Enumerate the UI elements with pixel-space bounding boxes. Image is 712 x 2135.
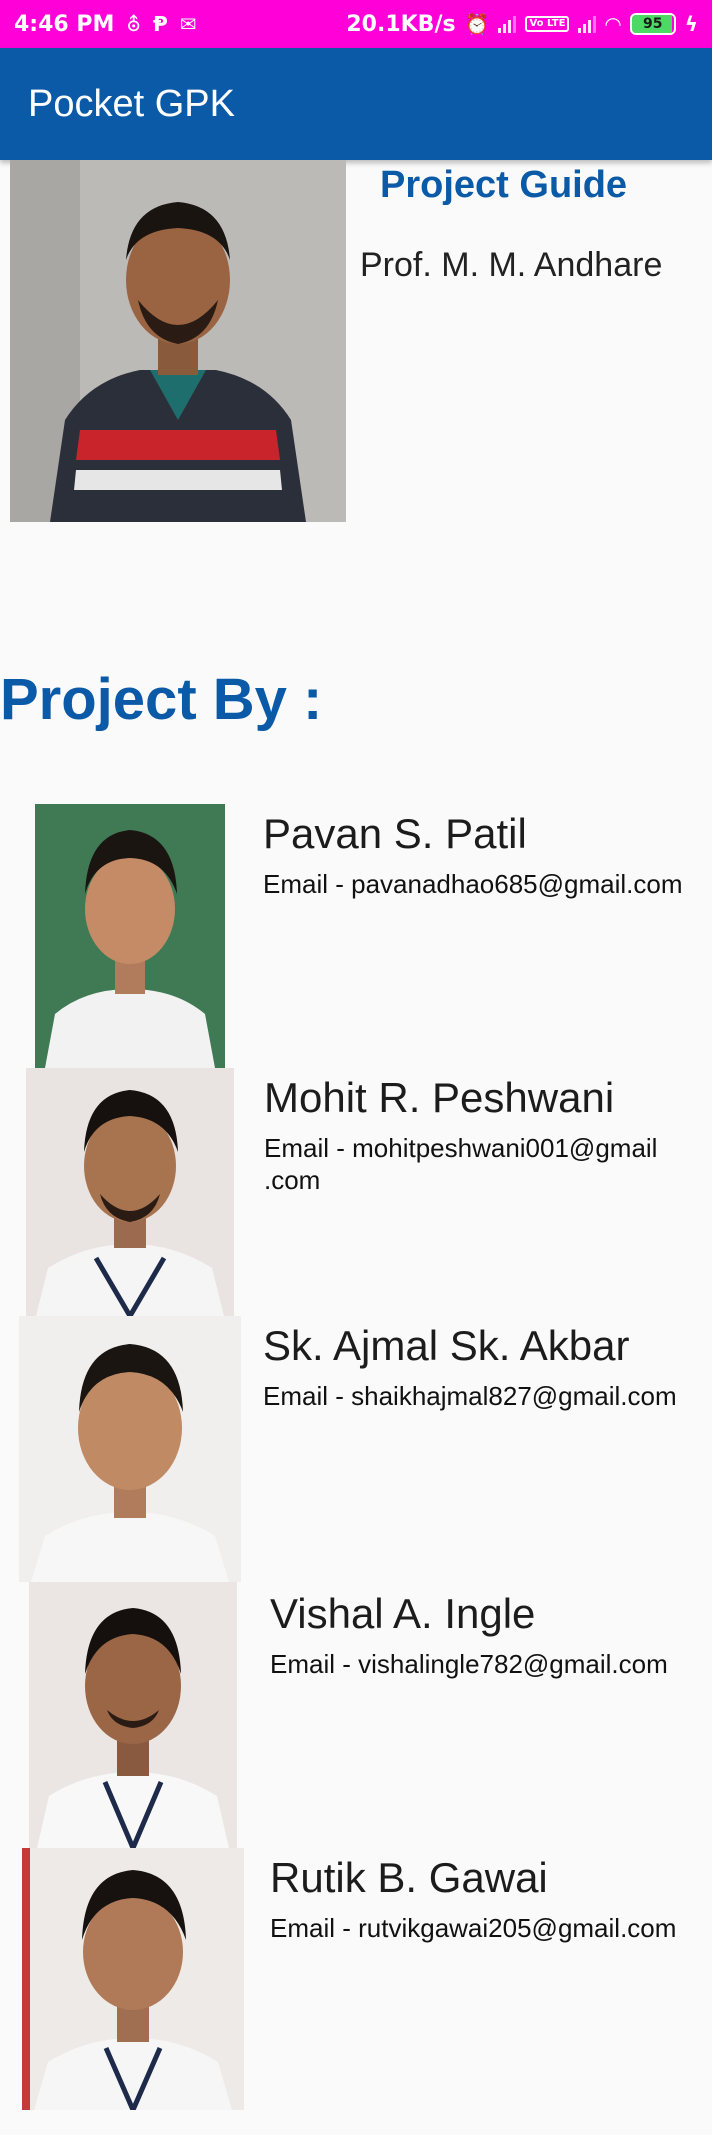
status-time: 4:46 PM (14, 11, 115, 37)
status-bar: 4:46 PM ⛢ Ᵽ ✉ 20.1KB/s ⏰ Vo LTE ◠ 95 ϟ (0, 0, 712, 48)
member-photo (26, 1068, 234, 1316)
network-speed: 20.1KB/s (346, 11, 456, 37)
person-silhouette-icon (35, 804, 225, 1068)
battery-icon: 95 (629, 13, 676, 35)
member-email[interactable]: Email - vishalingle782@gmail.com (270, 1648, 668, 1680)
app-title: Pocket GPK (28, 82, 235, 125)
guide-heading: Project Guide (380, 164, 628, 206)
member-email[interactable]: Email - mohitpeshwani001@gmail .com (264, 1132, 704, 1196)
alarm-icon: ⏰ (464, 12, 490, 36)
signal-icon (578, 15, 597, 33)
member-email[interactable]: Email - shaikhajmal827@gmail.com (263, 1380, 677, 1412)
member-photo (29, 1582, 237, 1848)
status-left: 4:46 PM ⛢ Ᵽ ✉ (14, 12, 197, 37)
member-name: Mohit R. Peshwani (264, 1074, 615, 1121)
member-email[interactable]: Email - pavanadhao685@gmail.com (263, 868, 683, 900)
member-name: Pavan S. Patil (263, 810, 527, 857)
charging-icon: ϟ (684, 12, 698, 36)
wifi-icon: ◠ (605, 12, 621, 36)
guide-photo (10, 160, 346, 522)
member-photo (35, 804, 225, 1068)
gmail-icon: ✉ (179, 12, 197, 36)
member-photo (19, 1316, 241, 1582)
volte-icon: Vo LTE (525, 16, 570, 32)
member-email[interactable]: Email - rutvikgawai205@gmail.com (270, 1912, 676, 1944)
member-name: Rutik B. Gawai (270, 1854, 548, 1901)
p-app-icon: Ᵽ (153, 12, 168, 36)
person-silhouette-icon (26, 1068, 234, 1316)
signal-icon (498, 15, 517, 33)
person-silhouette-icon (10, 160, 346, 522)
guide-name: Prof. M. M. Andhare (360, 246, 663, 284)
app-bar: Pocket GPK (0, 48, 712, 160)
person-silhouette-icon (19, 1316, 241, 1582)
person-silhouette-icon (29, 1582, 237, 1848)
status-right: 20.1KB/s ⏰ Vo LTE ◠ 95 ϟ (346, 12, 698, 37)
battery-level: 95 (643, 16, 663, 32)
member-photo (22, 1848, 244, 2110)
member-name: Vishal A. Ingle (270, 1590, 536, 1637)
usb-icon: ⛢ (126, 12, 142, 36)
person-silhouette-icon (22, 1848, 244, 2110)
project-by-heading: Project By : (0, 667, 323, 732)
member-name: Sk. Ajmal Sk. Akbar (263, 1322, 630, 1369)
